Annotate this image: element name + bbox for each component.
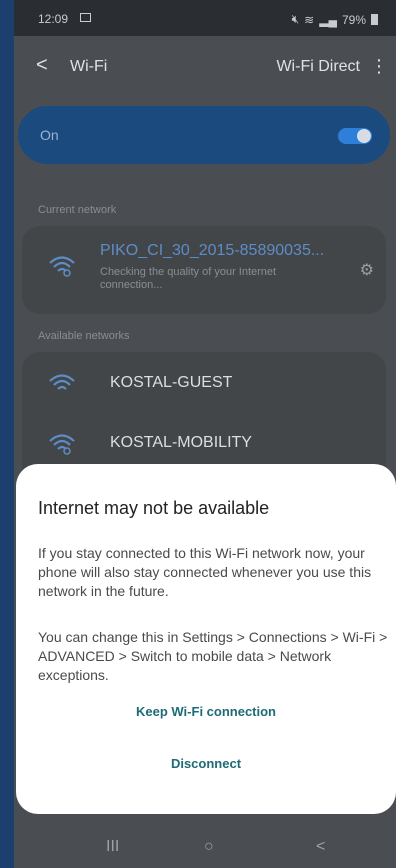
recent-apps-button[interactable]: III [106,838,119,856]
back-arrow-icon[interactable]: < [36,54,48,77]
switch-knob [357,129,371,143]
wifi-icon [49,374,75,390]
wifi-icon [49,256,75,277]
home-button[interactable]: ○ [204,838,214,856]
wifi-signal-icon: ≋ [304,12,315,27]
image-icon [80,13,91,22]
available-networks-label: Available networks [38,330,130,342]
current-network-name: PIKO_CI_30_2015-85890035... [100,242,325,259]
gear-icon[interactable]: ⚙ [360,260,374,280]
current-network-status: Checking the quality of your Internet co… [100,266,277,291]
wifi-toggle-row[interactable]: On [18,106,390,164]
list-item[interactable]: KOSTAL-GUEST [22,352,386,414]
wifi-direct-button[interactable]: Wi-Fi Direct [276,58,360,76]
status-bar: 12:09 🔇︎ ≋ ▂▄ 79% [14,0,396,36]
wifi-icon [49,434,75,455]
keep-wifi-button[interactable]: Keep Wi-Fi connection [16,704,396,719]
current-network-card[interactable]: PIKO_CI_30_2015-85890035... Checking the… [22,226,386,314]
page-title: Wi-Fi [70,58,108,75]
disconnect-button[interactable]: Disconnect [16,756,396,771]
more-options-icon[interactable]: ⋮ [370,56,388,77]
app-bar: < Wi-Fi Wi-Fi Direct ⋮ [14,46,396,86]
current-network-label: Current network [38,204,117,216]
network-name: KOSTAL-GUEST [110,374,233,391]
internet-warning-dialog: Internet may not be available If you sta… [16,464,396,814]
dialog-message-2: You can change this in Settings > Connec… [38,629,388,683]
back-button[interactable]: < [316,838,325,856]
dialog-title: Internet may not be available [38,498,270,518]
mute-icon: 🔇︎ [291,12,300,26]
network-name: KOSTAL-MOBILITY [110,434,252,451]
wifi-switch[interactable] [338,128,372,144]
navigation-bar: III ○ < [14,828,396,868]
status-time: 12:09 [38,12,69,26]
battery-icon [371,14,378,25]
dialog-message-1: If you stay connected to this Wi-Fi netw… [38,545,372,599]
wifi-toggle-label: On [40,127,59,143]
battery-percentage: 79% [341,12,366,27]
cell-signal-icon: ▂▄ [319,12,337,27]
